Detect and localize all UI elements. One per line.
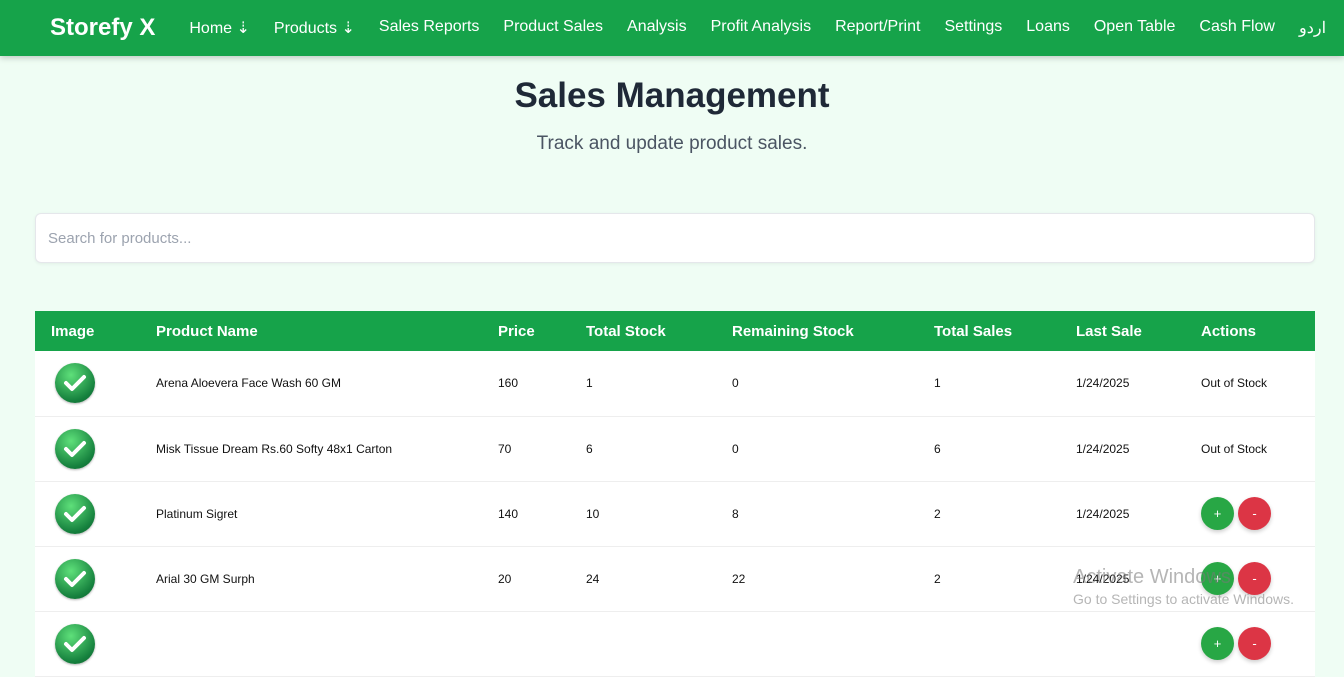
cell-name bbox=[140, 611, 482, 677]
check-icon bbox=[55, 623, 95, 664]
table-row: Arena Aloevera Face Wash 60 GM 160 1 0 1 1/24… bbox=[35, 351, 1315, 417]
cell-sales: 6 bbox=[918, 416, 1060, 482]
increase-sale-button[interactable]: + bbox=[1201, 497, 1234, 530]
cell-price: 20 bbox=[482, 546, 570, 612]
cell-total: 24 bbox=[570, 546, 716, 612]
actions-cell: + - bbox=[1185, 546, 1315, 612]
cell-name: Arena Aloevera Face Wash 60 GM bbox=[140, 351, 482, 417]
search-input[interactable] bbox=[35, 213, 1315, 263]
column-header: Total Stock bbox=[570, 311, 716, 351]
cell-price: 160 bbox=[482, 351, 570, 417]
cell-total: 1 bbox=[570, 351, 716, 417]
table-row: + - bbox=[35, 611, 1315, 677]
cell-sales: 2 bbox=[918, 481, 1060, 547]
column-header: Total Sales bbox=[918, 311, 1060, 351]
table-row: Misk Tissue Dream Rs.60 Softy 48x1 Carto… bbox=[35, 416, 1315, 482]
decrease-sale-button[interactable]: - bbox=[1238, 562, 1271, 595]
nav-item[interactable]: Cash Flow bbox=[1199, 18, 1275, 38]
nav-item[interactable]: Products ⇣ bbox=[274, 18, 355, 38]
column-header: Actions bbox=[1185, 311, 1315, 351]
table-row: Platinum Sigret 140 10 8 2 1/24/2025 + - bbox=[35, 481, 1315, 547]
actions-cell: + - bbox=[1185, 481, 1315, 547]
column-header: Price bbox=[482, 311, 570, 351]
cell-total: 6 bbox=[570, 416, 716, 482]
cell-price bbox=[482, 611, 570, 677]
increase-sale-button[interactable]: + bbox=[1201, 562, 1234, 595]
check-icon bbox=[55, 428, 95, 469]
nav-item[interactable]: Analysis bbox=[627, 18, 687, 38]
image-cell bbox=[35, 416, 140, 482]
nav-item[interactable]: Profit Analysis bbox=[711, 18, 811, 38]
cell-remaining: 22 bbox=[716, 546, 918, 612]
cell-remaining bbox=[716, 611, 918, 677]
image-cell bbox=[35, 611, 140, 677]
nav-item[interactable]: Open Table bbox=[1094, 18, 1176, 38]
cell-last bbox=[1060, 611, 1185, 677]
nav-item[interactable]: Sales Reports bbox=[379, 18, 480, 38]
column-header: Remaining Stock bbox=[716, 311, 918, 351]
cell-sales: 2 bbox=[918, 546, 1060, 612]
page-title: Sales Management bbox=[514, 76, 830, 115]
nav-item[interactable]: اردو bbox=[1299, 18, 1326, 38]
cell-remaining: 8 bbox=[716, 481, 918, 547]
column-header: Image bbox=[35, 311, 140, 351]
column-header: Last Sale bbox=[1060, 311, 1185, 351]
cell-remaining: 0 bbox=[716, 416, 918, 482]
cell-total bbox=[570, 611, 716, 677]
image-cell bbox=[35, 351, 140, 417]
page-subtitle: Track and update product sales. bbox=[536, 133, 808, 154]
cell-total: 10 bbox=[570, 481, 716, 547]
stock-status: Out of Stock bbox=[1185, 351, 1315, 417]
decrease-sale-button[interactable]: - bbox=[1238, 497, 1271, 530]
check-icon bbox=[55, 363, 95, 404]
cell-name: Arial 30 GM Surph bbox=[140, 546, 482, 612]
cell-last: 1/24/2025 bbox=[1060, 416, 1185, 482]
stock-status: Out of Stock bbox=[1185, 416, 1315, 482]
image-cell bbox=[35, 481, 140, 547]
cell-name: Misk Tissue Dream Rs.60 Softy 48x1 Carto… bbox=[140, 416, 482, 482]
cell-name: Platinum Sigret bbox=[140, 481, 482, 547]
cell-sales: 1 bbox=[918, 351, 1060, 417]
increase-sale-button[interactable]: + bbox=[1201, 627, 1234, 660]
cell-sales bbox=[918, 611, 1060, 677]
nav-item[interactable]: Loans bbox=[1026, 18, 1070, 38]
cell-price: 70 bbox=[482, 416, 570, 482]
cell-remaining: 0 bbox=[716, 351, 918, 417]
column-header: Product Name bbox=[140, 311, 482, 351]
image-cell bbox=[35, 546, 140, 612]
brand-logo[interactable]: Storefy X bbox=[50, 14, 155, 42]
cell-last: 1/24/2025 bbox=[1060, 481, 1185, 547]
nav-item[interactable]: Home ⇣ bbox=[189, 18, 250, 38]
nav-item[interactable]: Settings bbox=[944, 18, 1002, 38]
nav-item[interactable]: Report/Print bbox=[835, 18, 920, 38]
actions-cell: + - bbox=[1185, 611, 1315, 677]
cell-price: 140 bbox=[482, 481, 570, 547]
decrease-sale-button[interactable]: - bbox=[1238, 627, 1271, 660]
nav-item[interactable]: Product Sales bbox=[503, 18, 603, 38]
sales-table: Image Product Name Price Total Stock Remaini… bbox=[35, 311, 1315, 677]
top-navbar: Storefy X Home ⇣ Products ⇣ Sales Reports P… bbox=[0, 0, 1344, 56]
cell-last: 1/24/2025 bbox=[1060, 546, 1185, 612]
check-icon bbox=[55, 493, 95, 534]
cell-last: 1/24/2025 bbox=[1060, 351, 1185, 417]
check-icon bbox=[55, 558, 95, 599]
table-row: Arial 30 GM Surph 20 24 22 2 1/24/2025 + - bbox=[35, 546, 1315, 612]
